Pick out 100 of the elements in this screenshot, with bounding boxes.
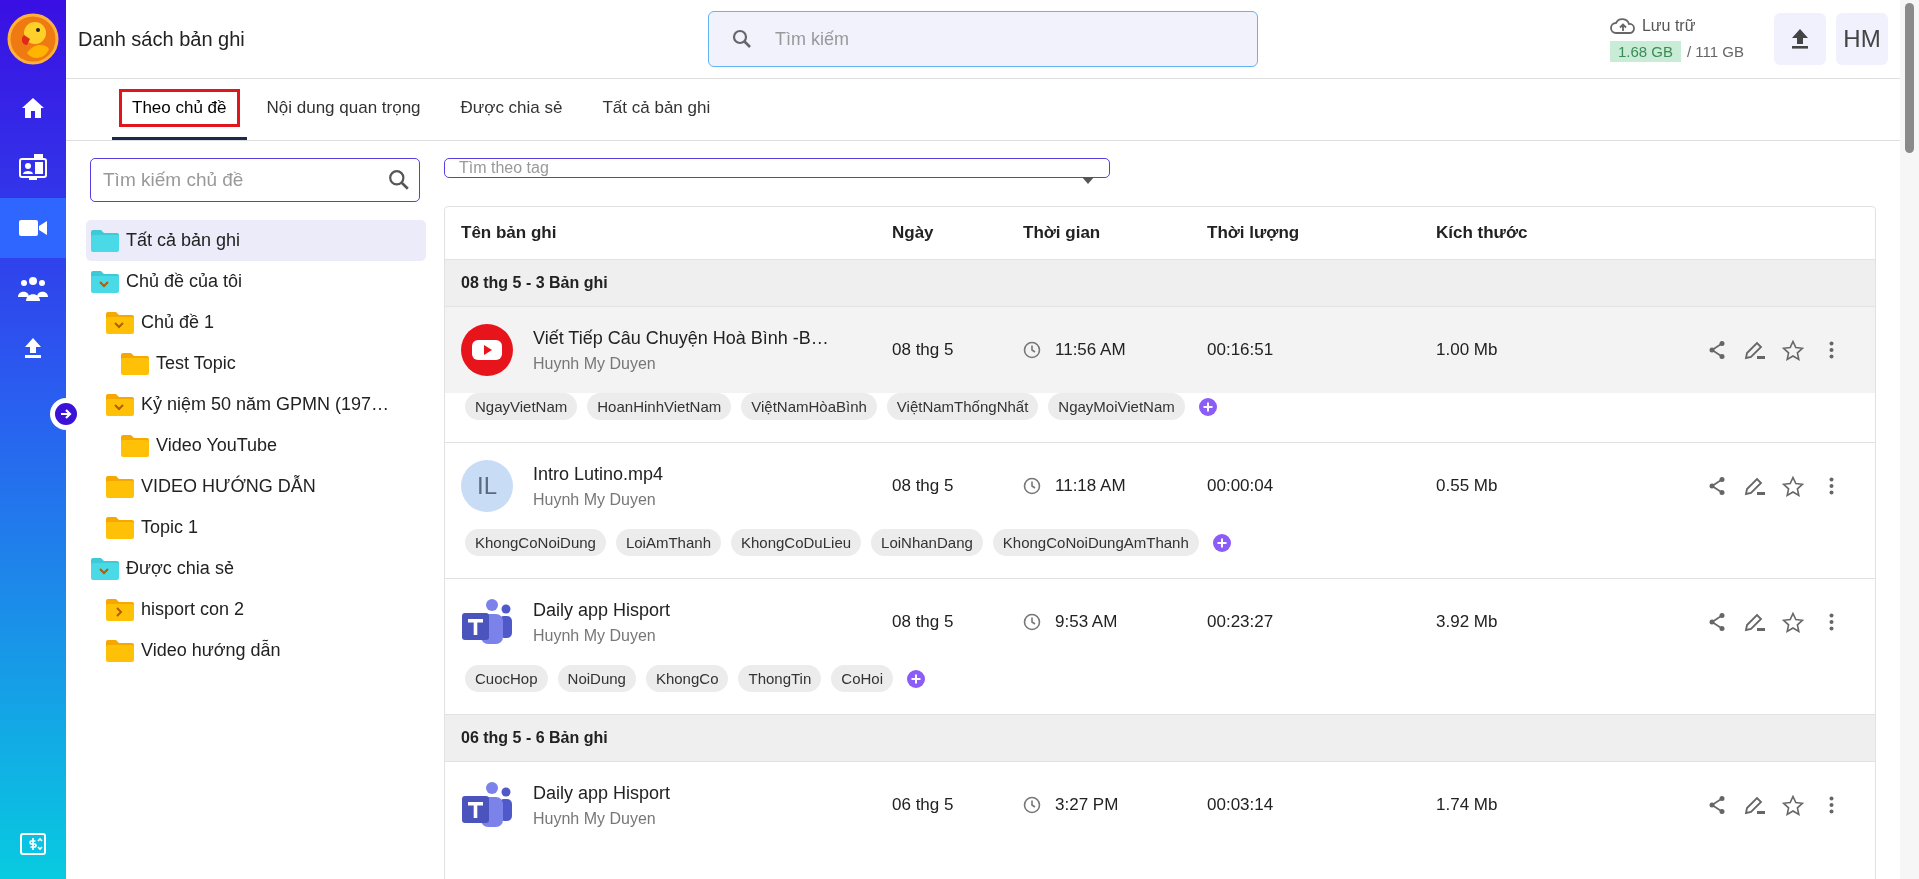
folder-icon xyxy=(105,474,135,499)
nav-item[interactable] xyxy=(0,198,66,258)
tag-chip[interactable]: HoanHinhVietNam xyxy=(587,393,732,420)
recording-owner: Huynh My Duyen xyxy=(533,626,657,645)
topic-search-field[interactable]: Tìm kiếm chủ đề xyxy=(90,158,420,202)
topic-item[interactable]: Chủ đề của tôi xyxy=(86,261,426,302)
folder-icon xyxy=(120,433,150,458)
clock-icon xyxy=(1023,796,1041,814)
time-cell: 3:27 PM xyxy=(1055,795,1119,815)
tag-chip[interactable]: CuocHop xyxy=(465,665,548,692)
tag-chip[interactable]: KhongCoDuLieu xyxy=(731,529,862,556)
recording-title[interactable]: Daily app Hisport xyxy=(533,782,671,804)
plus-icon xyxy=(1212,533,1231,552)
time-cell: 9:53 AM xyxy=(1055,612,1118,632)
size-cell-text: 3.92 Mb xyxy=(1436,612,1499,632)
folder-icon xyxy=(90,228,120,253)
recording-owner: Huynh My Duyen xyxy=(533,490,657,509)
tag-chip[interactable]: ViệtNamHòaBình xyxy=(741,393,877,420)
recording-title[interactable]: Intro Lutino.mp4 xyxy=(533,463,664,485)
star-icon xyxy=(1782,794,1804,816)
search-field[interactable]: Tìm kiếm xyxy=(708,11,1258,67)
star-button[interactable] xyxy=(1781,338,1805,362)
share-icon xyxy=(1708,340,1726,360)
user-avatar[interactable]: HM xyxy=(1836,13,1888,65)
topic-item[interactable]: Chủ đề 1 xyxy=(101,302,426,343)
topic-item[interactable]: VIDEO HƯỚNG DẪN xyxy=(101,466,426,507)
tag-chip[interactable]: NgayVietNam xyxy=(465,393,578,420)
topic-item[interactable]: hisport con 2 xyxy=(101,589,426,630)
upload-icon xyxy=(1790,28,1810,50)
tab[interactable]: Theo chủ đề xyxy=(112,79,247,140)
folder-icon xyxy=(105,310,135,335)
scrollbar[interactable] xyxy=(1900,0,1919,879)
video-camera-icon xyxy=(19,219,47,237)
topic-item[interactable]: Được chia sẻ xyxy=(86,548,426,589)
tag-chip[interactable]: NgayMoiVietNam xyxy=(1048,393,1185,420)
folder-icon xyxy=(105,638,135,663)
group-header: 06 thg 5 - 6 Bản ghi xyxy=(445,715,1875,762)
arrow-right-icon xyxy=(55,403,77,425)
recording-owner: Huynh My Duyen xyxy=(533,809,657,828)
tag-chip[interactable]: LoiAmThanh xyxy=(615,529,721,556)
star-button[interactable] xyxy=(1781,610,1805,634)
more-icon xyxy=(1828,477,1834,495)
duration-cell-text: 00:23:27 xyxy=(1207,612,1275,632)
recording-title[interactable]: Viết Tiếp Câu Chuyện Hoà Bình -B… xyxy=(533,327,829,349)
recording-owner: Huynh My Duyen xyxy=(533,354,657,373)
tag-chip[interactable]: KhongCoNoiDung xyxy=(465,529,606,556)
star-button[interactable] xyxy=(1781,793,1805,817)
topic-item[interactable]: Kỷ niệm 50 năm GPMN (197… xyxy=(101,384,426,425)
folder-icon xyxy=(105,597,135,622)
clock-icon xyxy=(1023,613,1041,631)
add-tag-button[interactable] xyxy=(1198,397,1217,416)
folder-icon xyxy=(120,351,150,376)
upload-button[interactable] xyxy=(1774,13,1826,65)
date-cell-text: 08 thg 5 xyxy=(892,340,955,360)
storage-used: 1.68 GB xyxy=(1609,40,1681,62)
tag-chip[interactable]: ViệtNamThốngNhất xyxy=(886,393,1039,420)
tag-chip[interactable]: CoHoi xyxy=(831,665,893,692)
column-header: Ngày xyxy=(892,223,935,243)
tag-chip[interactable]: NoiDung xyxy=(557,665,636,692)
star-icon xyxy=(1782,475,1804,497)
topic-item[interactable]: Topic 1 xyxy=(101,507,426,548)
topic-item[interactable]: Test Topic xyxy=(116,343,426,384)
clock-icon xyxy=(1023,477,1041,495)
search-icon xyxy=(388,169,410,191)
size-cell-text: 0.55 Mb xyxy=(1436,476,1499,496)
tab[interactable]: Tất cả bản ghi xyxy=(582,79,731,140)
tag-chip[interactable]: LoiNhanDang xyxy=(871,529,983,556)
share-icon xyxy=(1708,476,1726,496)
recording-title[interactable]: Daily app Hisport xyxy=(533,599,671,621)
tag-filter-dropdown[interactable]: Tìm theo tag xyxy=(444,158,1110,178)
add-tag-button[interactable] xyxy=(907,669,925,688)
folder-icon xyxy=(105,392,135,417)
upload-icon xyxy=(23,337,43,359)
column-header: Kích thước xyxy=(1436,223,1529,243)
star-button[interactable] xyxy=(1781,474,1805,498)
plus-icon xyxy=(1198,397,1217,416)
more-icon xyxy=(1828,613,1834,631)
tag-chip[interactable]: KhongCo xyxy=(645,665,729,692)
date-cell-text: 08 thg 5 xyxy=(892,476,955,496)
home-icon xyxy=(21,97,45,119)
tag-chip[interactable]: ThongTin xyxy=(738,665,822,692)
add-tag-button[interactable] xyxy=(1212,533,1231,552)
parrot-logo-icon[interactable] xyxy=(7,13,59,65)
tab[interactable]: Nội dung quan trọng xyxy=(246,79,441,140)
duration-cell-text: 00:03:14 xyxy=(1207,795,1275,815)
topic-item[interactable]: Video hướng dẫn xyxy=(101,630,426,671)
size-cell-text: 1.00 Mb xyxy=(1436,340,1499,360)
share-icon xyxy=(1708,795,1726,815)
storage-label: Lưu trữ xyxy=(1641,16,1696,35)
topic-item[interactable]: Tất cả bản ghi xyxy=(86,220,426,261)
column-header: Tên bản ghi xyxy=(461,223,558,243)
tag-chip[interactable]: KhongCoNoiDungAmThanh xyxy=(992,529,1199,556)
group-header: 08 thg 5 - 3 Bản ghi xyxy=(445,260,1875,307)
star-icon xyxy=(1782,339,1804,361)
tab[interactable]: Được chia sẻ xyxy=(440,79,583,140)
page-title: Danh sách bản ghi xyxy=(78,27,246,51)
topic-item[interactable]: Video YouTube xyxy=(116,425,426,466)
pencil-icon xyxy=(1744,476,1766,496)
date-cell-text: 06 thg 5 xyxy=(892,795,955,815)
date-cell-text: 08 thg 5 xyxy=(892,612,955,632)
